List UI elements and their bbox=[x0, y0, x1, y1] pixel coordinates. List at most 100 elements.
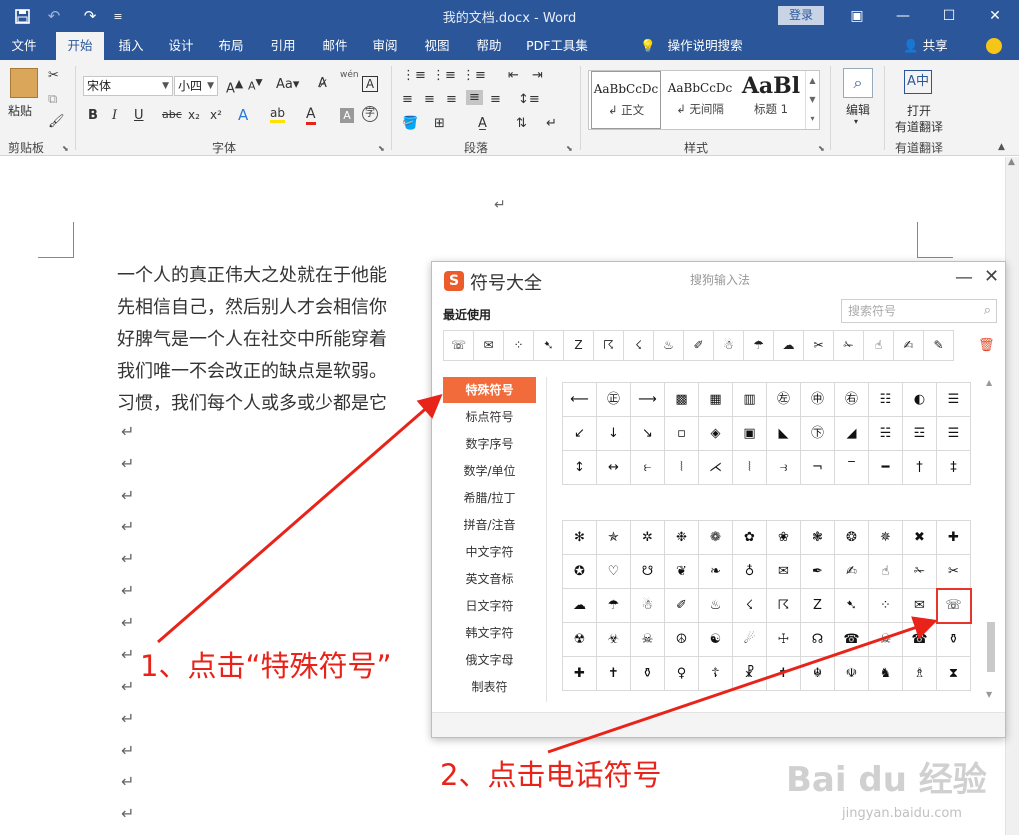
format-painter-icon[interactable]: 🖌 bbox=[48, 114, 65, 129]
symbol-cell[interactable]: ☷ bbox=[869, 383, 903, 417]
recent-symbol[interactable]: ☝ bbox=[863, 330, 894, 361]
symbol-cell[interactable]: ♁ bbox=[733, 555, 767, 589]
translate-icon[interactable]: A中 bbox=[904, 70, 932, 94]
symbol-cell[interactable]: ☬ bbox=[801, 657, 835, 691]
symbol-cell[interactable]: ♗ bbox=[903, 657, 937, 691]
symbol-cell[interactable]: ▦ bbox=[699, 383, 733, 417]
editing-dropdown-icon[interactable]: ▾ bbox=[854, 117, 858, 126]
symbol-cell[interactable]: ❉ bbox=[665, 521, 699, 555]
category-english-phonetics[interactable]: 英文音标 bbox=[443, 566, 536, 592]
recent-symbol[interactable]: ☈ bbox=[593, 330, 624, 361]
highlight-icon[interactable]: ab bbox=[270, 106, 285, 123]
char-border-icon[interactable]: A bbox=[362, 76, 378, 92]
symbol-cell[interactable]: ☎ bbox=[903, 623, 937, 657]
close-icon[interactable]: ✕ bbox=[972, 0, 1018, 32]
category-greek-latin[interactable]: 希腊/拉丁 bbox=[443, 485, 536, 511]
recent-symbol[interactable]: ✎ bbox=[923, 330, 954, 361]
align-left-icon[interactable]: ≡ bbox=[402, 92, 413, 107]
category-chinese-chars[interactable]: 中文字符 bbox=[443, 539, 536, 565]
symbol-cell[interactable]: ✝ bbox=[767, 657, 801, 691]
category-number-serials[interactable]: 数字序号 bbox=[443, 431, 536, 457]
symbol-cell[interactable]: ▥ bbox=[733, 383, 767, 417]
paste-label[interactable]: 粘贴 bbox=[8, 102, 32, 119]
symbol-cell[interactable]: ☃ bbox=[631, 589, 665, 623]
symbol-cell[interactable]: ☣ bbox=[597, 623, 631, 657]
tab-home[interactable]: 开始 bbox=[56, 32, 104, 60]
symbol-cell[interactable]: ✵ bbox=[869, 521, 903, 555]
scroll-up-icon[interactable]: ▲ bbox=[986, 378, 992, 387]
recent-symbol[interactable]: ☂ bbox=[743, 330, 774, 361]
document-line[interactable]: 好脾气是一个人在社交中所能穿着 bbox=[117, 325, 387, 351]
line-spacing-icon[interactable]: ↕≡ bbox=[518, 92, 540, 107]
symbol-cell[interactable]: ✍ bbox=[835, 555, 869, 589]
symbol-cell[interactable]: ☠ bbox=[869, 623, 903, 657]
enclose-char-icon[interactable]: 字 bbox=[362, 106, 378, 122]
clipboard-launcher-icon[interactable]: ⬊ bbox=[62, 144, 69, 153]
tab-design[interactable]: 设计 bbox=[158, 32, 204, 60]
symbol-cell[interactable]: ☩ bbox=[767, 623, 801, 657]
symbol-cell[interactable]: ❂ bbox=[835, 521, 869, 555]
recent-symbol[interactable]: ☃ bbox=[713, 330, 744, 361]
symbol-cell[interactable]: ✿ bbox=[733, 521, 767, 555]
shrink-font-icon[interactable]: A▼ bbox=[248, 77, 263, 93]
recent-symbol[interactable]: Z bbox=[563, 330, 594, 361]
category-japanese[interactable]: 日文字符 bbox=[443, 593, 536, 619]
style-no-spacing[interactable]: AaBbCcDc ↲ 无间隔 bbox=[665, 71, 735, 129]
cut-icon[interactable]: ✂ bbox=[48, 68, 59, 83]
symbol-cell[interactable]: ↔ bbox=[597, 451, 631, 485]
document-line[interactable]: 我们唯一不会改正的缺点是软弱。 bbox=[117, 357, 387, 383]
borders-icon[interactable]: ⊞ bbox=[434, 116, 445, 131]
category-math-units[interactable]: 数学/单位 bbox=[443, 458, 536, 484]
distribute-icon[interactable]: ≡ bbox=[490, 92, 501, 107]
tab-pdf-tools[interactable]: PDF工具集 bbox=[518, 32, 596, 60]
symbol-cell[interactable]: ☲ bbox=[903, 417, 937, 451]
symbol-cell[interactable]: ❁ bbox=[699, 521, 733, 555]
search-icon[interactable]: ⌕ bbox=[984, 300, 991, 322]
symbol-cell[interactable]: ☦ bbox=[699, 657, 733, 691]
symbol-cell[interactable]: ⚱ bbox=[631, 657, 665, 691]
symbol-cell[interactable]: ▣ bbox=[733, 417, 767, 451]
symbol-cell[interactable]: ◐ bbox=[903, 383, 937, 417]
symbol-cell[interactable]: ☵ bbox=[869, 417, 903, 451]
symbol-cell[interactable]: ☎ bbox=[835, 623, 869, 657]
paragraph-launcher-icon[interactable]: ⬊ bbox=[566, 144, 573, 153]
symbol-cell[interactable]: ☰ bbox=[937, 417, 971, 451]
scroll-thumb[interactable] bbox=[987, 622, 995, 672]
tab-mailings[interactable]: 邮件 bbox=[312, 32, 358, 60]
symbol-cell[interactable]: ✻ bbox=[563, 521, 597, 555]
symbol-cell[interactable]: ☈ bbox=[767, 589, 801, 623]
align-center-icon[interactable]: ≡ bbox=[424, 92, 435, 107]
symbol-cell[interactable]: ⦚ bbox=[733, 451, 767, 485]
symbol-cell[interactable]: ☯ bbox=[699, 623, 733, 657]
recent-symbol[interactable]: ✂ bbox=[803, 330, 834, 361]
find-icon[interactable]: ⌕ bbox=[843, 68, 873, 98]
symbol-cell[interactable]: ☂ bbox=[597, 589, 631, 623]
symbol-cell[interactable]: ㊣ bbox=[597, 383, 631, 417]
style-heading-1[interactable]: AaBl 标题 1 bbox=[739, 71, 803, 129]
tab-references[interactable]: 引用 bbox=[260, 32, 306, 60]
symbol-cell[interactable]: ✂ bbox=[937, 555, 971, 589]
document-scrollbar[interactable]: ▲ bbox=[1005, 157, 1019, 835]
symbol-cell[interactable]: ☮ bbox=[665, 623, 699, 657]
maximize-icon[interactable]: ☐ bbox=[926, 0, 972, 32]
subscript-icon[interactable]: x₂ bbox=[188, 108, 200, 122]
symbol-cell[interactable]: ◢ bbox=[835, 417, 869, 451]
symbol-cell[interactable]: ☄ bbox=[733, 623, 767, 657]
symbol-cell[interactable]: ㊨ bbox=[835, 383, 869, 417]
align-right-icon[interactable]: ≡ bbox=[446, 92, 457, 107]
document-line[interactable]: 一个人的真正伟大之处就在于他能 bbox=[117, 261, 387, 287]
font-family-combo[interactable]: 宋体 ▼ bbox=[83, 76, 173, 96]
symbol-cell[interactable]: ➷ bbox=[835, 589, 869, 623]
collapse-ribbon-icon[interactable]: ▲ bbox=[998, 142, 1005, 152]
symbol-cell[interactable]: ✉ bbox=[903, 589, 937, 623]
symbol-cell[interactable]: † bbox=[903, 451, 937, 485]
dialog-close-icon[interactable]: ✕ bbox=[984, 266, 999, 287]
document-line[interactable]: 先相信自己，然后别人才会相信你 bbox=[117, 293, 387, 319]
minimize-icon[interactable]: — bbox=[880, 0, 926, 32]
symbol-cell[interactable]: ✯ bbox=[597, 521, 631, 555]
symbol-cell[interactable]: ⧗ bbox=[937, 657, 971, 691]
share-button[interactable]: 👤 共享 bbox=[903, 32, 948, 60]
symbol-cell[interactable]: ▩ bbox=[665, 383, 699, 417]
bold-icon[interactable]: B bbox=[88, 108, 98, 123]
font-launcher-icon[interactable]: ⬊ bbox=[378, 144, 385, 153]
